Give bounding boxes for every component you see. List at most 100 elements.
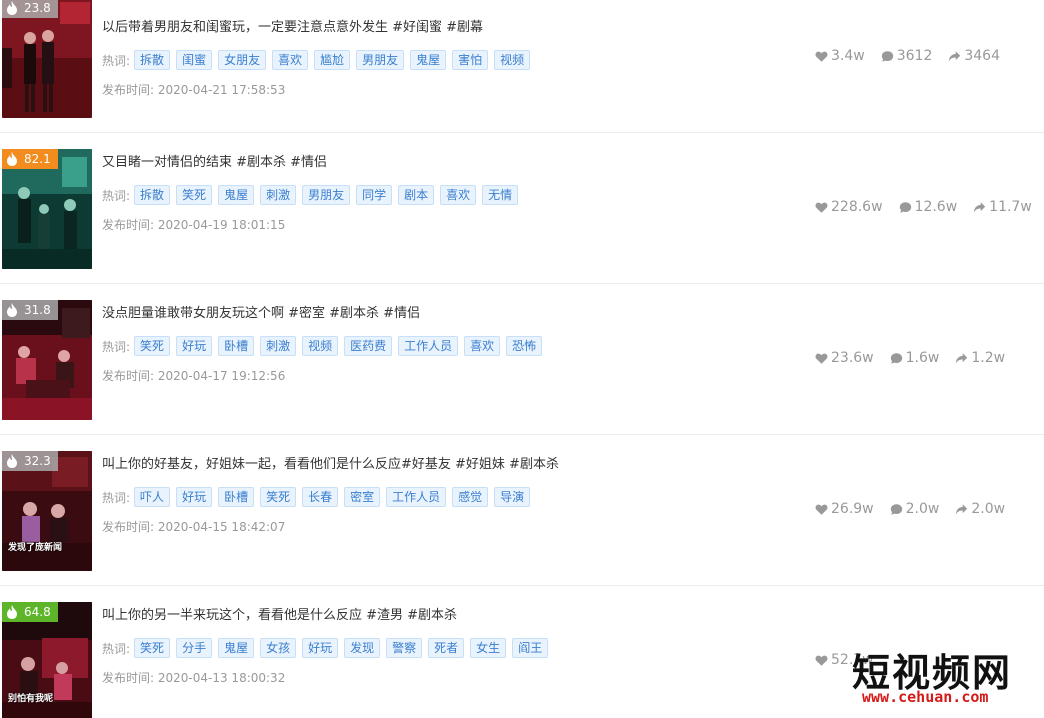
- tag[interactable]: 阎王: [512, 638, 549, 658]
- tag[interactable]: 剧本: [398, 185, 435, 205]
- tag[interactable]: 发现: [344, 638, 381, 658]
- tag[interactable]: 医药费: [344, 336, 393, 356]
- tag[interactable]: 鬼屋: [218, 185, 255, 205]
- tag[interactable]: 视频: [494, 50, 531, 70]
- tag[interactable]: 闺蜜: [176, 50, 213, 70]
- tags-row: 热词: 拆散 笑死 鬼屋 刺激 男朋友 同学 剧本 喜欢 无情: [102, 185, 524, 205]
- item-content: 又目睹一对情侣的结束 #剧本杀 #情侣 热词: 拆散 笑死 鬼屋 刺激 男朋友 …: [102, 153, 524, 235]
- tag[interactable]: 笑死: [134, 336, 171, 356]
- list-item[interactable]: 31.8 没点胆量谁敢带女朋友玩这个啊 #密室 #剧本杀 #情侣 热词: 笑死 …: [0, 284, 1044, 435]
- tag[interactable]: 好玩: [302, 638, 339, 658]
- tag[interactable]: 喜欢: [464, 336, 501, 356]
- heart-icon: [815, 655, 828, 666]
- tag[interactable]: 工作人员: [398, 336, 459, 356]
- publish-date: 发布时间: 2020-04-19 18:01:15: [102, 215, 524, 235]
- tags-row: 热词: 笑死 分手 鬼屋 女孩 好玩 发现 警察 死者 女生 阎王: [102, 638, 554, 658]
- comments-count: 3612: [896, 48, 933, 64]
- tag[interactable]: 鬼屋: [218, 638, 255, 658]
- video-title[interactable]: 叫上你的好基友，好姐妹一起，看看他们是什么反应#好基友 #好姐妹 #剧本杀: [102, 455, 559, 475]
- date-value: 2020-04-21 17:58:53: [157, 83, 286, 97]
- video-title[interactable]: 又目睹一对情侣的结束 #剧本杀 #情侣: [102, 153, 524, 173]
- comment-icon: [899, 201, 911, 213]
- tag[interactable]: 女朋友: [218, 50, 267, 70]
- video-thumbnail[interactable]: 31.8: [2, 300, 92, 420]
- list-item[interactable]: 82.1 又目睹一对情侣的结束 #剧本杀 #情侣 热词: 拆散 笑死 鬼屋 刺激…: [0, 133, 1044, 284]
- heat-value: 23.8: [24, 1, 51, 15]
- heat-value: 82.1: [24, 152, 51, 166]
- tag[interactable]: 视频: [302, 336, 339, 356]
- tag[interactable]: 工作人员: [386, 487, 447, 507]
- likes-count: 26.9w: [831, 501, 874, 517]
- tag[interactable]: 喜欢: [440, 185, 477, 205]
- likes-count: 23.6w: [831, 350, 874, 366]
- shares-count: 1.2w: [971, 350, 1006, 366]
- tag[interactable]: 好玩: [176, 336, 213, 356]
- shares-stat: 11.7w: [973, 199, 1032, 215]
- tag[interactable]: 笑死: [134, 638, 171, 658]
- video-title[interactable]: 以后带着男朋友和闺蜜玩，一定要注意点意外发生 #好闺蜜 #剧幕: [102, 18, 536, 38]
- comment-icon: [890, 352, 902, 364]
- shares-count: 3464: [964, 48, 1000, 64]
- tag[interactable]: 笑死: [260, 487, 297, 507]
- list-item[interactable]: 32.3 发现了庞新闻 叫上你的好基友，好姐妹一起，看看他们是什么反应#好基友 …: [0, 435, 1044, 586]
- tag[interactable]: 鬼屋: [410, 50, 447, 70]
- share-icon: [949, 50, 961, 61]
- heat-value: 32.3: [24, 454, 51, 468]
- tag[interactable]: 长春: [302, 487, 339, 507]
- tag[interactable]: 拆散: [134, 50, 171, 70]
- share-icon: [956, 503, 968, 514]
- tag[interactable]: 男朋友: [302, 185, 351, 205]
- item-content: 以后带着男朋友和闺蜜玩，一定要注意点意外发生 #好闺蜜 #剧幕 热词: 拆散 闺…: [102, 18, 536, 100]
- video-thumbnail[interactable]: 64.8 别怕有我呢: [2, 602, 92, 718]
- site-watermark: 短视频网 www.cehuan.com: [852, 640, 1042, 716]
- heat-badge: 64.8: [2, 602, 58, 622]
- video-thumbnail[interactable]: 23.8: [2, 0, 92, 118]
- date-label: 发布时间:: [102, 369, 155, 383]
- video-title[interactable]: 叫上你的另一半来玩这个，看看他是什么反应 #渣男 #剧本杀: [102, 606, 554, 626]
- flame-icon: [7, 454, 17, 468]
- tag[interactable]: 刺激: [260, 336, 297, 356]
- video-thumbnail[interactable]: 82.1: [2, 149, 92, 269]
- heat-badge: 23.8: [2, 0, 58, 18]
- tag[interactable]: 死者: [428, 638, 465, 658]
- heat-badge: 31.8: [2, 300, 58, 320]
- video-title[interactable]: 没点胆量谁敢带女朋友玩这个啊 #密室 #剧本杀 #情侣: [102, 304, 548, 324]
- heat-value: 31.8: [24, 303, 51, 317]
- tag[interactable]: 害怕: [452, 50, 489, 70]
- tag[interactable]: 吓人: [134, 487, 171, 507]
- date-label: 发布时间:: [102, 218, 155, 232]
- publish-date: 发布时间: 2020-04-17 19:12:56: [102, 366, 548, 386]
- tag[interactable]: 感觉: [452, 487, 489, 507]
- video-thumbnail[interactable]: 32.3 发现了庞新闻: [2, 451, 92, 571]
- tag[interactable]: 卧槽: [218, 336, 255, 356]
- tag[interactable]: 拆散: [134, 185, 171, 205]
- tag[interactable]: 无情: [482, 185, 519, 205]
- tag[interactable]: 男朋友: [356, 50, 405, 70]
- tags-label: 热词:: [102, 339, 131, 354]
- publish-date: 发布时间: 2020-04-13 18:00:32: [102, 668, 554, 688]
- tag[interactable]: 恐怖: [506, 336, 543, 356]
- tag[interactable]: 导演: [494, 487, 531, 507]
- tag[interactable]: 好玩: [176, 487, 213, 507]
- tag[interactable]: 警察: [386, 638, 423, 658]
- flame-icon: [7, 605, 17, 619]
- tag[interactable]: 喜欢: [272, 50, 309, 70]
- thumbnail-caption: 别怕有我呢: [8, 694, 54, 704]
- heat-value: 64.8: [24, 605, 51, 619]
- tag[interactable]: 笑死: [176, 185, 213, 205]
- list-item[interactable]: 23.8 以后带着男朋友和闺蜜玩，一定要注意点意外发生 #好闺蜜 #剧幕 热词:…: [0, 0, 1044, 133]
- tag[interactable]: 卧槽: [218, 487, 255, 507]
- tag[interactable]: 刺激: [260, 185, 297, 205]
- tag[interactable]: 女孩: [260, 638, 297, 658]
- tag[interactable]: 同学: [356, 185, 393, 205]
- tag[interactable]: 密室: [344, 487, 381, 507]
- item-content: 叫上你的另一半来玩这个，看看他是什么反应 #渣男 #剧本杀 热词: 笑死 分手 …: [102, 606, 554, 688]
- tag[interactable]: 女生: [470, 638, 507, 658]
- tag[interactable]: 分手: [176, 638, 213, 658]
- tags-row: 热词: 笑死 好玩 卧槽 刺激 视频 医药费 工作人员 喜欢 恐怖: [102, 336, 548, 356]
- likes-stat: 23.6w: [815, 350, 874, 366]
- heat-badge: 32.3: [2, 451, 58, 471]
- shares-count: 11.7w: [989, 199, 1032, 215]
- shares-stat: 1.2w: [955, 350, 1005, 366]
- tag[interactable]: 尴尬: [314, 50, 351, 70]
